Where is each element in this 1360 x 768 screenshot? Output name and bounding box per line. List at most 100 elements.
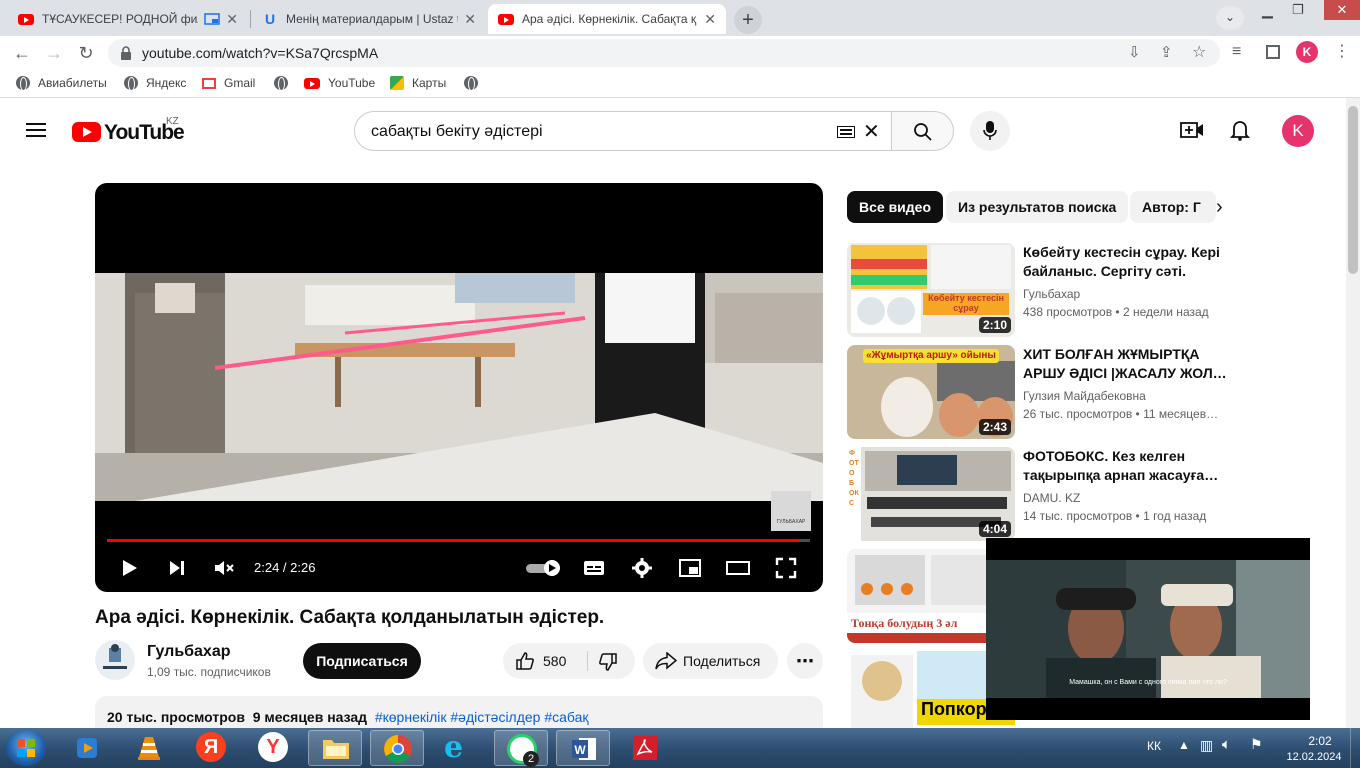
internet-explorer-icon[interactable]: e (432, 730, 486, 766)
browser-tab-3-active[interactable]: Ара әдісі. Көрнекілік. Сабақта қ ✕ (488, 4, 726, 34)
share-button[interactable]: Поделиться (643, 643, 778, 679)
reload-icon[interactable]: ↻ (74, 41, 98, 65)
channel-watermark[interactable]: ГУЛЬБАХАР (771, 491, 811, 531)
yandex-icon[interactable]: Я (184, 730, 238, 766)
install-app-icon[interactable]: ⇩ (1128, 43, 1141, 61)
tab-search-button[interactable]: ⌄ (1216, 6, 1244, 30)
bookmark-star-icon[interactable]: ☆ (1192, 42, 1206, 62)
side-panel-icon[interactable] (1266, 45, 1280, 59)
bookmark-yandex[interactable]: Яндекс (124, 76, 186, 91)
fullscreen-icon[interactable] (774, 556, 798, 580)
video-thumbnail[interactable]: ФОТОБОКС 4:04 (847, 447, 1015, 541)
address-bar[interactable]: youtube.com/watch?v=KSa7QrcspMA ⇩ ⇪ ☆ (108, 39, 1220, 67)
more-actions-icon[interactable]: ⋯ (787, 643, 823, 679)
video-thumbnail[interactable]: Көбейту кестесін сұрау 2:10 (847, 243, 1015, 337)
bookmark-aviabilety[interactable]: Авиабилеты (16, 76, 107, 91)
recommendation-channel[interactable]: DAMU. KZ (1023, 491, 1080, 505)
like-button[interactable]: 580 (503, 643, 587, 679)
chrome-icon[interactable] (370, 730, 424, 766)
hamburger-menu-icon[interactable] (26, 122, 46, 138)
create-video-icon[interactable] (1180, 120, 1204, 140)
profile-avatar[interactable]: K (1296, 41, 1318, 63)
recommendation-channel[interactable]: Гулзия Майдабековна (1023, 389, 1146, 403)
chip-all-videos[interactable]: Все видео (847, 191, 944, 223)
video-player[interactable]: ГУЛЬБАХАР 2:24 / 2:26 (95, 183, 823, 592)
close-tab-icon[interactable]: ✕ (226, 11, 238, 28)
browser-tab-2[interactable]: U Менің материалдарым | Ustaz tu ✕ (252, 4, 486, 34)
media-player-icon[interactable] (60, 730, 114, 766)
subtitles-icon[interactable] (582, 556, 606, 580)
miniplayer-icon[interactable] (678, 556, 702, 580)
lock-icon[interactable] (120, 46, 132, 60)
subscribe-button[interactable]: Подписаться (303, 643, 421, 679)
new-tab-button[interactable]: + (734, 6, 762, 34)
autoplay-toggle[interactable] (525, 559, 561, 577)
bookmark-maps[interactable]: Карты (390, 76, 446, 90)
chevron-right-icon[interactable]: › (1216, 196, 1223, 219)
channel-avatar[interactable] (95, 640, 135, 680)
show-desktop-button[interactable] (1350, 728, 1360, 768)
bookmark-youtube[interactable]: YouTube (304, 76, 375, 90)
restore-icon[interactable]: ❐ (1292, 2, 1304, 18)
dislike-button[interactable] (588, 643, 635, 679)
browser-tab-1[interactable]: ТҰСАУКЕСЕР! РОДНОЙ фил ✕ (8, 4, 248, 34)
hashtags[interactable]: #көрнекілік #әдістәсілдер #сабақ (375, 709, 589, 725)
video-frame[interactable] (95, 273, 823, 501)
share-icon[interactable]: ⇪ (1160, 43, 1173, 61)
video-thumbnail[interactable]: «Жұмыртқа аршу» ойыны 2:43 (847, 345, 1015, 439)
theater-mode-icon[interactable] (726, 556, 750, 580)
recommendation-item[interactable]: Көбейту кестесін сұрау 2:10 Көбейту кест… (847, 243, 1327, 339)
recommendation-item[interactable]: «Жұмыртқа аршу» ойыны 2:43 ХИТ БОЛҒАН ЖҰ… (847, 345, 1327, 441)
clock-time[interactable]: 2:02 (1300, 734, 1340, 748)
bookmark-globe[interactable] (464, 76, 486, 91)
recommendation-title[interactable]: Көбейту кестесін сұрау. Кері байланыс. С… (1023, 243, 1228, 281)
keyboard-icon[interactable] (837, 126, 855, 138)
search-input[interactable]: сабақты бекіту әдістері ✕ (354, 111, 892, 151)
picture-in-picture-icon[interactable] (204, 11, 221, 27)
minimize-icon[interactable]: ▁ (1262, 2, 1273, 19)
youtube-logo[interactable]: YouTube KZ (72, 116, 192, 144)
chip-from-search[interactable]: Из результатов поиска (946, 191, 1129, 223)
network-icon[interactable]: ▥ (1200, 737, 1213, 754)
forward-icon[interactable]: → (42, 41, 66, 65)
menu-kebab-icon[interactable]: ⋮ (1334, 41, 1350, 61)
play-icon[interactable] (117, 556, 141, 580)
chip-author[interactable]: Автор: Г (1130, 191, 1216, 223)
scrollbar-thumb[interactable] (1348, 106, 1358, 274)
close-tab-icon[interactable]: ✕ (704, 11, 716, 28)
whatsapp-icon[interactable]: 2 (494, 730, 548, 767)
clear-search-icon[interactable]: ✕ (863, 119, 880, 144)
clock-date[interactable]: 12.02.2024 (1280, 751, 1348, 763)
floating-video-player[interactable]: Мамашка, он с Вами с одного пивка пил чт… (986, 538, 1310, 720)
back-icon[interactable]: ← (10, 41, 34, 65)
vlc-icon[interactable] (122, 730, 176, 766)
file-explorer-icon[interactable] (308, 730, 362, 766)
page-scrollbar[interactable] (1346, 98, 1360, 728)
yandex-browser-icon[interactable]: Y (246, 730, 300, 766)
action-center-flag-icon[interactable]: ⚑ (1250, 736, 1263, 753)
show-hidden-icons-icon[interactable]: ▲ (1178, 738, 1190, 752)
search-button[interactable] (891, 111, 954, 151)
recommendation-title[interactable]: ХИТ БОЛҒАН ЖҰМЫРТҚА АРШУ ӘДІСІ |ЖАСАЛУ Ж… (1023, 345, 1228, 383)
recommendation-item[interactable]: ФОТОБОКС 4:04 ФОТОБОКС. Кез келген тақыр… (847, 447, 1327, 543)
notifications-bell-icon[interactable] (1230, 119, 1250, 141)
progress-bar[interactable] (107, 539, 810, 542)
acrobat-icon[interactable] (618, 730, 672, 766)
word-icon[interactable]: W (556, 730, 610, 766)
recommendation-channel[interactable]: Гульбахар (1023, 287, 1080, 301)
next-video-icon[interactable] (165, 556, 189, 580)
close-window-icon[interactable]: ✕ (1324, 0, 1360, 20)
keyboard-language[interactable]: КК (1147, 739, 1161, 753)
bookmark-gmail[interactable]: Gmail (202, 76, 255, 90)
account-avatar[interactable]: K (1282, 115, 1314, 147)
bookmark-globe[interactable] (274, 76, 296, 91)
channel-name[interactable]: Гульбахар (147, 643, 231, 661)
recommendation-title[interactable]: ФОТОБОКС. Кез келген тақырыпқа арнап жас… (1023, 447, 1228, 485)
start-orb[interactable] (6, 730, 46, 766)
volume-icon[interactable]: 🔈︎ (1222, 736, 1231, 753)
close-tab-icon[interactable]: ✕ (464, 11, 476, 28)
settings-gear-icon[interactable] (630, 556, 654, 580)
voice-search-button[interactable] (970, 111, 1010, 151)
reading-list-icon[interactable]: ≡ (1232, 43, 1241, 61)
muted-volume-icon[interactable] (212, 556, 236, 580)
